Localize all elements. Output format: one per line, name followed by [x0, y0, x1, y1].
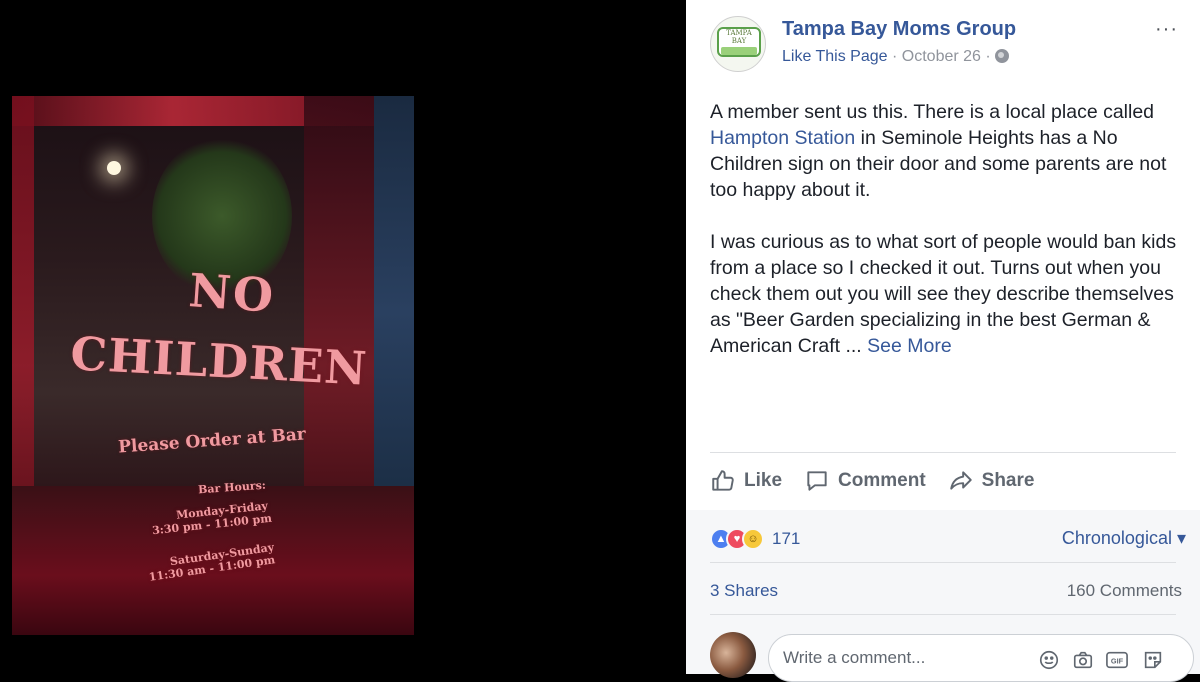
hampton-station-link[interactable]: Hampton Station	[710, 127, 855, 149]
stats-divider	[710, 562, 1176, 563]
post-paragraph-2: I was curious as to what sort of people …	[710, 229, 1180, 359]
more-options-icon[interactable]: ···	[1155, 18, 1178, 41]
photo-streetlight	[107, 161, 121, 175]
composer-divider	[710, 614, 1176, 615]
actions-divider	[710, 452, 1176, 453]
comment-input[interactable]	[783, 647, 1033, 669]
haha-reaction-icon: ☺	[742, 528, 764, 550]
page-avatar[interactable]: TAMPA BAY	[710, 16, 766, 72]
shares-count-link[interactable]: 3 Shares	[710, 581, 778, 601]
share-label: Share	[981, 470, 1035, 491]
like-page-link[interactable]: Like This Page	[782, 48, 888, 65]
subline-separator-2: ·	[985, 48, 991, 65]
avatar-logo-text: TAMPA BAY	[726, 29, 752, 45]
sticker-icon[interactable]	[1141, 648, 1165, 672]
post-body: A member sent us this. There is a local …	[710, 99, 1180, 385]
comments-count-link[interactable]: 160 Comments	[1067, 581, 1182, 601]
subline-separator: ·	[892, 48, 898, 65]
post-photo[interactable]: NO CHILDREN Please Order at Bar Bar Hour…	[12, 96, 414, 635]
user-avatar[interactable]	[710, 632, 756, 678]
post-subline: Like This Page · October 26 ·	[782, 48, 1010, 66]
paragraph-1-text-a: A member sent us this. There is a local …	[710, 101, 1155, 123]
comment-button[interactable]: Comment	[804, 468, 926, 494]
share-button[interactable]: Share	[948, 468, 1035, 494]
comment-label: Comment	[838, 470, 926, 491]
share-arrow-icon	[949, 471, 972, 490]
post-header: TAMPA BAY Tampa Bay Moms Group Like This…	[686, 0, 1200, 90]
photo-viewer: NO CHILDREN Please Order at Bar Bar Hour…	[0, 0, 686, 674]
comment-sort-dropdown[interactable]: Chronological ▾	[1062, 528, 1186, 549]
like-button[interactable]: Like	[710, 468, 782, 494]
post-panel: TAMPA BAY Tampa Bay Moms Group Like This…	[686, 0, 1200, 682]
reaction-count: 171	[772, 529, 801, 548]
avatar-logo-band	[721, 47, 757, 55]
emoji-icon[interactable]	[1037, 648, 1061, 672]
gif-icon[interactable]: GIF	[1105, 648, 1129, 672]
post-actions: Like Comment Share	[710, 462, 1056, 500]
like-label: Like	[744, 470, 783, 491]
comment-icon	[807, 471, 827, 491]
camera-icon[interactable]	[1071, 648, 1095, 672]
thumbs-up-icon	[712, 470, 734, 491]
svg-text:GIF: GIF	[1111, 657, 1124, 666]
post-date[interactable]: October 26	[902, 48, 981, 65]
post-paragraph-1: A member sent us this. There is a local …	[710, 99, 1180, 203]
globe-icon	[995, 49, 1010, 63]
page-name-link[interactable]: Tampa Bay Moms Group	[782, 18, 1016, 41]
comment-composer[interactable]: GIF	[768, 634, 1194, 682]
reaction-summary[interactable]: ▲ ♥ ☺ 171	[710, 526, 800, 552]
see-more-link[interactable]: See More	[867, 335, 952, 357]
